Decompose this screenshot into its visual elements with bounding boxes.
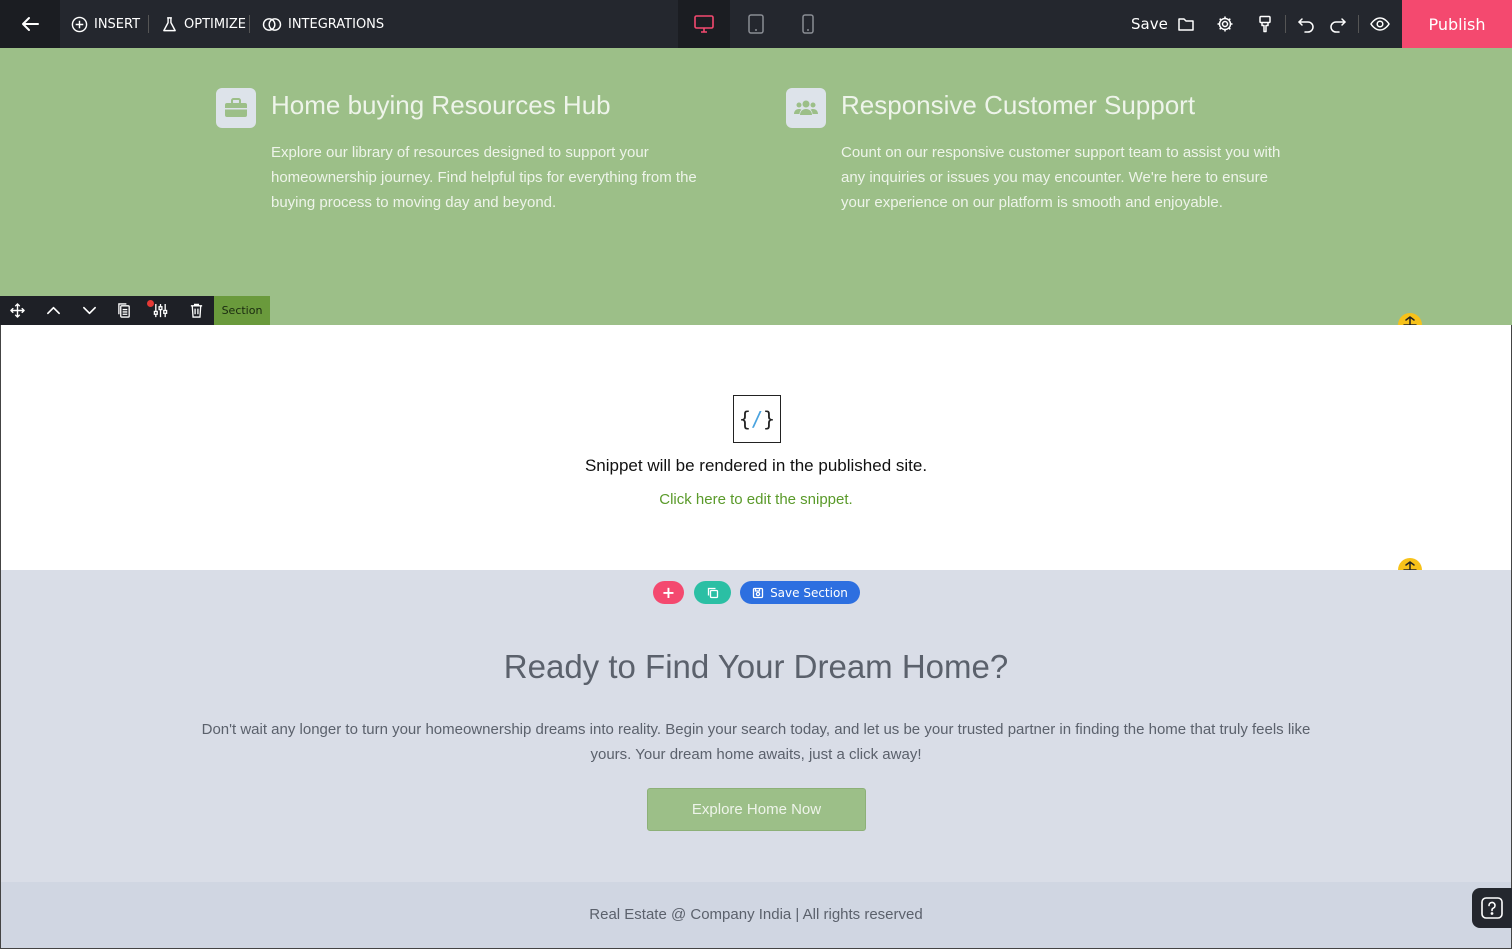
save-icon xyxy=(752,587,764,598)
section-toolbar: Section xyxy=(0,296,270,325)
desktop-icon xyxy=(694,15,714,33)
settings-button[interactable] xyxy=(1210,0,1240,48)
feature-icon-box xyxy=(786,88,826,128)
insert-button[interactable]: INSERT xyxy=(71,0,140,48)
tablet-view-button[interactable] xyxy=(730,0,782,48)
briefcase-icon xyxy=(225,98,247,117)
divider xyxy=(1358,15,1359,33)
duplicate-icon xyxy=(118,303,131,318)
cta-section[interactable]: + Save Section Ready to Find Your Dream … xyxy=(0,570,1512,882)
mobile-view-button[interactable] xyxy=(782,0,834,48)
eye-icon xyxy=(1370,17,1390,31)
integrations-label: INTEGRATIONS xyxy=(288,16,385,32)
mobile-icon xyxy=(802,14,814,34)
optimize-button[interactable]: OPTIMIZE xyxy=(161,0,246,48)
features-section[interactable]: Home buying Resources Hub Explore our li… xyxy=(0,48,1512,325)
edit-snippet-link[interactable]: Click here to edit the snippet. xyxy=(1,491,1511,508)
add-section-button[interactable]: + xyxy=(653,581,684,604)
optimize-label: OPTIMIZE xyxy=(184,16,247,32)
undo-button[interactable] xyxy=(1291,0,1321,48)
help-icon xyxy=(1481,897,1503,919)
preview-button[interactable] xyxy=(1365,0,1395,48)
pages-button[interactable] xyxy=(1171,0,1201,48)
undo-icon xyxy=(1298,18,1314,33)
desktop-view-button[interactable] xyxy=(678,0,730,48)
snippet-message: Snippet will be rendered in the publishe… xyxy=(584,456,928,475)
gear-icon xyxy=(1217,16,1233,32)
publish-button[interactable]: Publish xyxy=(1402,0,1512,48)
chevron-down-icon xyxy=(82,306,96,315)
help-button[interactable] xyxy=(1472,888,1512,928)
move-section-button[interactable] xyxy=(0,296,36,325)
code-snippet-icon: {/} xyxy=(733,395,781,443)
divider xyxy=(148,15,149,33)
trash-icon xyxy=(190,303,202,318)
settings-sliders-icon xyxy=(153,303,168,318)
notification-dot xyxy=(147,300,154,307)
folder-icon xyxy=(1178,18,1194,31)
move-icon xyxy=(10,303,26,318)
delete-section-button[interactable] xyxy=(178,296,214,325)
redo-button[interactable] xyxy=(1323,0,1353,48)
save-button[interactable]: Save xyxy=(1131,0,1168,48)
move-up-button[interactable] xyxy=(36,296,72,325)
duplicate-button[interactable] xyxy=(107,296,143,325)
chevron-up-icon xyxy=(47,306,60,315)
section-tools xyxy=(0,296,214,325)
integrations-icon xyxy=(262,17,282,31)
feature-title: Home buying Resources Hub xyxy=(271,90,611,120)
divider xyxy=(1285,15,1286,33)
tablet-icon xyxy=(748,14,764,34)
redo-icon xyxy=(1330,18,1346,33)
section-label: Section xyxy=(214,296,270,325)
paint-brush-icon xyxy=(1259,15,1271,33)
copy-section-button[interactable] xyxy=(694,581,731,604)
cta-description: Don't wait any longer to turn your homeo… xyxy=(201,721,1311,763)
feature-title: Responsive Customer Support xyxy=(841,90,1196,120)
divider xyxy=(249,15,250,33)
users-icon xyxy=(794,100,818,115)
feature-description: Count on our responsive customer support… xyxy=(841,144,1281,211)
cta-title: Ready to Find Your Dream Home? xyxy=(503,648,1009,685)
footer[interactable]: Real Estate @ Company India | All rights… xyxy=(0,882,1512,949)
save-section-label: Save Section xyxy=(770,585,848,600)
back-button[interactable] xyxy=(0,0,60,48)
snippet-section[interactable]: {/} Snippet will be rendered in the publ… xyxy=(0,325,1512,570)
feature-icon-box xyxy=(216,88,256,128)
arrow-left-icon xyxy=(22,17,39,31)
plus-circle-icon xyxy=(71,16,88,32)
editor-toolbar: INSERT OPTIMIZE INTEGRATIONS Save Publis… xyxy=(0,0,1512,48)
integrations-button[interactable]: INTEGRATIONS xyxy=(262,0,384,48)
explore-home-button[interactable]: Explore Home Now xyxy=(647,788,866,831)
copy-icon xyxy=(707,587,718,598)
flask-icon xyxy=(163,16,176,31)
insert-label: INSERT xyxy=(94,16,141,32)
theme-button[interactable] xyxy=(1250,0,1280,48)
move-down-button[interactable] xyxy=(71,296,107,325)
save-section-button[interactable]: Save Section xyxy=(740,581,860,604)
footer-copyright: Real Estate @ Company India | All rights… xyxy=(589,906,923,923)
feature-description: Explore our library of resources designe… xyxy=(271,144,697,211)
